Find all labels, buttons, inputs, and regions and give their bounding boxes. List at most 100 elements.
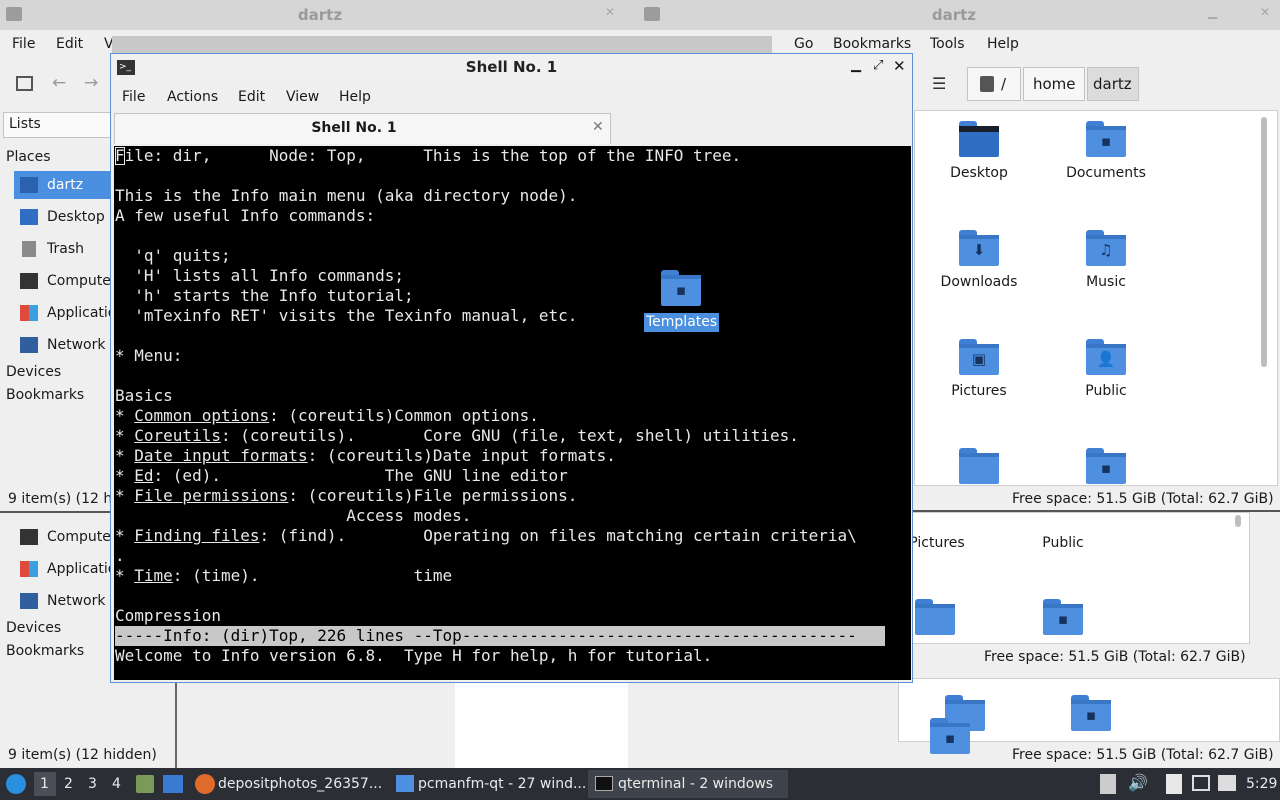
terminal-line: This is the Info main menu (aka director… — [115, 186, 578, 205]
templates-label[interactable]: Templates — [644, 313, 720, 332]
workspace-3[interactable]: 3 — [88, 776, 97, 792]
folder-pictures-icon[interactable]: ▣ — [959, 339, 999, 375]
folder-icon[interactable] — [915, 599, 955, 635]
menu-help[interactable]: Help — [987, 36, 1019, 52]
side-pane-mode-select[interactable]: Lists — [3, 112, 113, 138]
menu-file[interactable]: File — [122, 89, 145, 105]
menu-entry[interactable]: * Common options: (coreutils)Common opti… — [115, 406, 539, 426]
maximize-icon[interactable]: ⤢ — [873, 58, 883, 73]
desktop-launcher-icon[interactable] — [163, 775, 183, 793]
menu-entry[interactable]: * Time: (time). time — [115, 566, 452, 586]
close-icon[interactable]: ✕ — [893, 57, 906, 75]
terminal-output[interactable]: File: dir, Node: Top, This is the top of… — [114, 146, 911, 680]
scrollbar[interactable] — [1261, 117, 1267, 367]
place-desktop[interactable]: Desktop — [14, 203, 114, 231]
folder-public-icon[interactable]: 👤 — [1086, 339, 1126, 375]
terminal-line: 'mTexinfo RET' visits the Texinfo manual… — [115, 306, 578, 325]
tab-close-icon[interactable]: ✕ — [592, 119, 604, 135]
place-network-lower[interactable]: Network — [14, 587, 114, 615]
menu-file[interactable]: File — [12, 36, 35, 52]
path-root-button[interactable]: / — [967, 67, 1021, 101]
menu-entry[interactable]: * File permissions: (coreutils)File perm… — [115, 486, 577, 506]
menu-entry-link[interactable]: Time — [134, 566, 173, 585]
start-menu-icon[interactable] — [6, 774, 26, 794]
place-dartz[interactable]: dartz — [14, 171, 114, 199]
folder-icon — [644, 7, 660, 21]
workspace-1[interactable]: 1 — [34, 772, 56, 796]
menu-edit[interactable]: Edit — [238, 89, 265, 105]
side-pane-mode-label: Lists — [9, 116, 41, 132]
list-view-icon[interactable]: ☰ — [932, 74, 946, 93]
minimize-icon[interactable]: ▁ — [851, 58, 861, 73]
terminal-line: File: dir, Node: Top, This is the top of… — [115, 146, 742, 165]
folder-desktop-label[interactable]: Desktop — [919, 165, 1039, 181]
close-icon[interactable]: ✕ — [605, 5, 615, 19]
forward-arrow-icon[interactable]: → — [84, 73, 98, 93]
folder-public-label[interactable]: Public — [1003, 535, 1123, 551]
clock[interactable]: 5:29 — [1246, 776, 1277, 792]
folder-documents-label[interactable]: Documents — [1046, 165, 1166, 181]
folder-icon — [396, 775, 414, 792]
dragged-folder-icon[interactable]: ▪ — [930, 718, 970, 754]
menu-edit[interactable]: Edit — [56, 36, 83, 52]
menu-entry[interactable]: * Finding files: (find). Operating on fi… — [115, 526, 857, 546]
scrollbar[interactable] — [1235, 515, 1241, 527]
task-pcmanfm[interactable]: pcmanfm-qt - 27 wind... — [418, 776, 586, 792]
templates-folder-icon[interactable]: ▪ — [661, 270, 701, 306]
menu-tools[interactable]: Tools — [930, 36, 965, 52]
network-tray-icon[interactable] — [1218, 775, 1236, 791]
menu-go[interactable]: Go — [794, 36, 813, 52]
place-applications[interactable]: Applicatio — [14, 299, 116, 327]
task-qterminal[interactable]: qterminal - 2 windows — [618, 776, 773, 792]
folder-downloads-label[interactable]: Downloads — [919, 274, 1039, 290]
new-tab-icon[interactable] — [16, 76, 33, 91]
file-view-lower — [455, 680, 640, 768]
folder-document-icon[interactable]: ▪ — [1043, 599, 1083, 635]
menu-entry[interactable]: * Ed: (ed). The GNU line editor — [115, 466, 568, 486]
workspace-4[interactable]: 4 — [112, 776, 121, 792]
menu-entry[interactable]: * Date input formats: (coreutils)Date in… — [115, 446, 616, 466]
folder-public-label[interactable]: Public — [1046, 383, 1166, 399]
folder-document-icon[interactable]: ▪ — [1086, 448, 1126, 484]
task-firefox[interactable]: depositphotos_26357... — [218, 776, 382, 792]
clipboard-icon[interactable] — [1100, 774, 1116, 794]
notes-icon[interactable] — [1166, 774, 1182, 794]
folder-downloads-icon[interactable]: ⬇ — [959, 230, 999, 266]
folder-desktop-icon[interactable] — [959, 121, 999, 157]
path-dartz-button[interactable]: dartz — [1087, 67, 1139, 101]
back-arrow-icon[interactable]: ← — [52, 73, 66, 93]
menu-actions[interactable]: Actions — [167, 89, 218, 105]
place-computer[interactable]: Compute — [14, 267, 114, 295]
menu-entry-desc: : (ed). The GNU line editor — [153, 466, 568, 485]
terminal-title: Shell No. 1 — [111, 54, 912, 81]
close-icon[interactable]: ✕ — [1260, 5, 1270, 19]
display-icon[interactable] — [1192, 775, 1210, 791]
folder-icon[interactable] — [959, 448, 999, 484]
place-trash[interactable]: Trash — [14, 235, 114, 263]
folder-documents-icon[interactable]: ▪ — [1086, 121, 1126, 157]
place-computer-lower[interactable]: Compute — [14, 523, 114, 551]
menu-entry-link[interactable]: Coreutils — [134, 426, 221, 445]
place-applications-lower[interactable]: Applicatio — [14, 555, 116, 583]
menu-entry-link[interactable]: Common options — [134, 406, 269, 425]
volume-icon[interactable]: 🔊 — [1128, 773, 1148, 792]
menu-entry-link[interactable]: Ed — [134, 466, 153, 485]
minimize-icon[interactable]: ▁ — [1208, 5, 1217, 19]
menu-entry-link[interactable]: File permissions — [134, 486, 288, 505]
menu-entry-link[interactable]: Date input formats — [134, 446, 307, 465]
path-home-button[interactable]: home — [1023, 67, 1085, 101]
bookmarks-heading-lower: Bookmarks — [6, 643, 85, 659]
file-manager-launcher-icon[interactable] — [136, 775, 154, 793]
menu-view[interactable]: View — [286, 89, 319, 105]
menu-entry-link[interactable]: Finding files — [134, 526, 259, 545]
folder-music-label[interactable]: Music — [1046, 274, 1166, 290]
terminal-tab[interactable]: Shell No. 1 ✕ — [114, 113, 611, 144]
folder-pictures-label[interactable]: Pictures — [919, 383, 1039, 399]
workspace-2[interactable]: 2 — [64, 776, 73, 792]
folder-music-icon[interactable]: ♫ — [1086, 230, 1126, 266]
menu-help[interactable]: Help — [339, 89, 371, 105]
menu-bookmarks[interactable]: Bookmarks — [833, 36, 911, 52]
folder-document-icon[interactable]: ▪ — [1071, 695, 1111, 731]
menu-entry[interactable]: * Coreutils: (coreutils). Core GNU (file… — [115, 426, 799, 446]
place-network[interactable]: Network — [14, 331, 114, 359]
